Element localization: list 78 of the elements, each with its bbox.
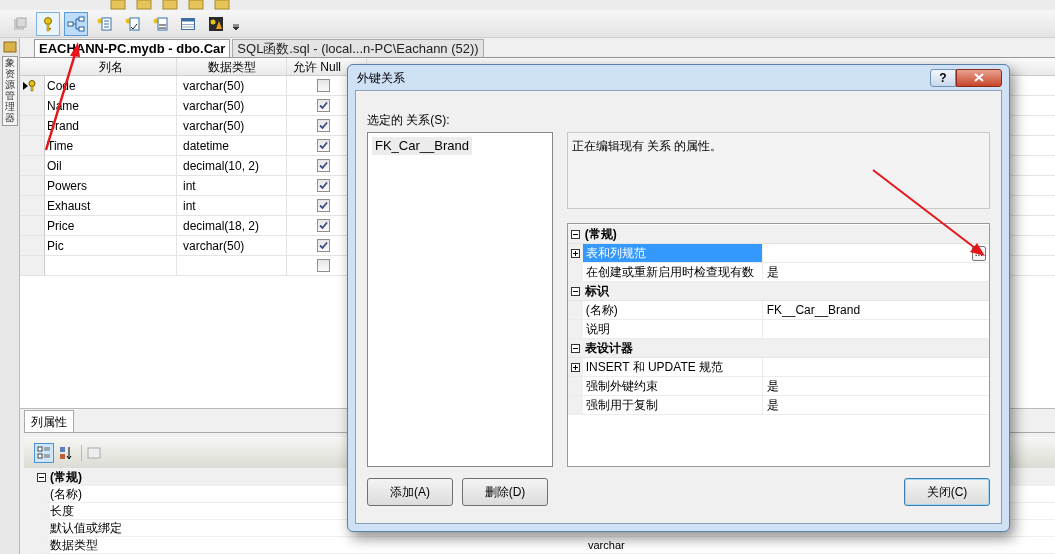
table-cell-text: Exhaust	[47, 197, 91, 215]
table-cell-text: varchar(50)	[183, 117, 245, 135]
key-icon	[28, 79, 36, 92]
checkbox[interactable]	[317, 139, 330, 152]
checkbox[interactable]	[317, 159, 330, 172]
table-cell-text: datetime	[183, 137, 230, 155]
checkbox[interactable]	[317, 199, 330, 212]
expand-icon[interactable]	[570, 362, 580, 372]
current-row-icon	[23, 81, 28, 90]
dialog-button[interactable]: 删除(D)	[462, 478, 548, 506]
checkbox[interactable]	[317, 179, 330, 192]
document-tab[interactable]: SQL函数.sql - (local...n-PC\Eachann (52))	[232, 39, 484, 57]
table-cell-text: Price	[47, 217, 75, 235]
table-cell-text: Oil	[47, 157, 62, 175]
check-constraint-icon	[124, 15, 140, 32]
property-name[interactable]: 在创建或重新启用时检查现有数	[582, 263, 763, 281]
table-cell-text: varchar(50)	[183, 237, 245, 255]
index-icon	[96, 15, 112, 32]
collapse-icon[interactable]	[37, 472, 46, 482]
property-name[interactable]: 强制外键约束	[582, 377, 763, 395]
category-label: (常规)	[50, 469, 82, 486]
property-name[interactable]: 说明	[582, 320, 763, 338]
table-cell-text: int	[183, 197, 196, 215]
expand-icon[interactable]	[570, 248, 580, 258]
xml-index-icon	[152, 15, 168, 32]
property-name: 长度	[50, 503, 74, 520]
property-value: varchar	[588, 537, 625, 553]
property-value: FK__Car__Brand	[766, 302, 861, 319]
category-label: 标识	[584, 283, 609, 300]
category-label: 表设计器	[584, 340, 633, 357]
table-cell-text: Pic	[47, 237, 64, 255]
property-name: 数据类型	[50, 537, 98, 554]
collapse-icon[interactable]	[570, 286, 580, 296]
table-cell-text: int	[183, 177, 196, 195]
checkbox[interactable]	[317, 239, 330, 252]
property-value: 是	[766, 378, 779, 395]
collapse-icon[interactable]	[570, 229, 580, 239]
dialog-button[interactable]: 关闭(C)	[904, 478, 990, 506]
property-name[interactable]: (名称)	[582, 301, 763, 319]
close-icon	[974, 73, 984, 82]
property-name[interactable]: INSERT 和 UPDATE 规范	[582, 358, 763, 376]
checkbox[interactable]	[317, 259, 330, 272]
checkbox[interactable]	[317, 119, 330, 132]
help-button[interactable]: ?	[930, 68, 956, 87]
properties-tab[interactable]: 列属性	[24, 410, 74, 432]
table-cell-text: varchar(50)	[183, 97, 245, 115]
checkbox[interactable]	[317, 99, 330, 112]
relations-list[interactable]: FK_Car__Brand	[367, 132, 553, 467]
category-label: (常规)	[584, 226, 617, 243]
property-value: 是	[766, 397, 779, 414]
column-header[interactable]: 数据类型	[177, 58, 287, 75]
table-icon	[180, 15, 196, 32]
dialog-button[interactable]: 添加(A)	[367, 478, 453, 506]
relationship-icon	[67, 15, 85, 32]
list-label: 选定的 关系(S):	[367, 112, 451, 129]
script-icon	[12, 15, 28, 32]
spatial-index-icon	[208, 15, 224, 32]
property-value: 是	[766, 264, 779, 281]
table-cell-text: Powers	[47, 177, 87, 195]
checkbox[interactable]	[317, 219, 330, 232]
relation-item[interactable]: FK_Car__Brand	[372, 137, 472, 155]
collapse-icon[interactable]	[570, 343, 580, 353]
table-cell-text: varchar(50)	[183, 77, 245, 95]
sort-icon	[59, 445, 73, 460]
table-cell-text: decimal(10, 2)	[183, 157, 260, 175]
property-name: 默认值或绑定	[50, 520, 122, 537]
close-button[interactable]	[956, 68, 1002, 87]
server-icon	[1, 40, 18, 54]
column-header[interactable]: 列名	[45, 58, 177, 75]
row-header[interactable]	[20, 76, 45, 95]
categorized-icon	[37, 445, 51, 460]
object-explorer-tab[interactable]: 象资源管理器	[1, 56, 18, 126]
description-text: 正在编辑现有 关系 的属性。	[571, 139, 723, 153]
categorized-button[interactable]	[34, 442, 54, 463]
table-cell-text: decimal(18, 2)	[183, 217, 260, 235]
checkbox[interactable]	[317, 79, 330, 92]
property-name[interactable]: 强制用于复制	[582, 396, 763, 414]
property-name: (名称)	[50, 486, 82, 503]
